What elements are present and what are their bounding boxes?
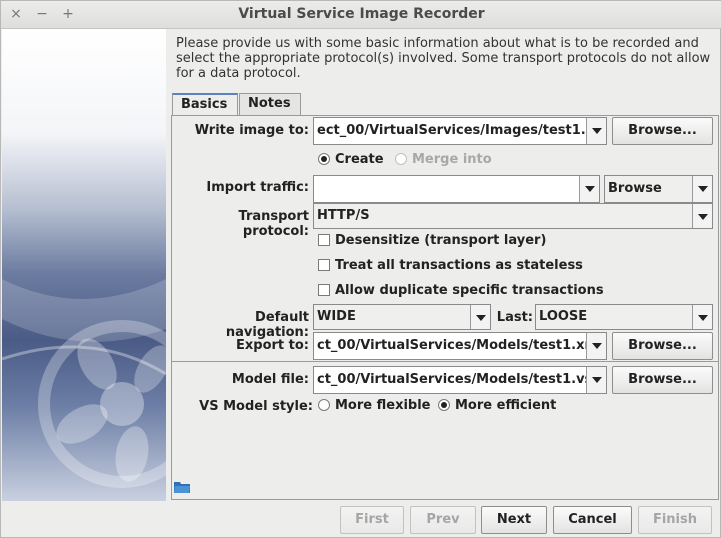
transport-protocol-combo[interactable]: HTTP/S: [313, 203, 713, 229]
write-image-label: Write image to:: [194, 123, 309, 138]
merge-into-radio[interactable]: Merge into: [395, 152, 492, 170]
first-button[interactable]: First: [340, 506, 404, 534]
export-to-combo[interactable]: ct_00/VirtualServices/Models/test1.xml: [313, 332, 607, 360]
create-label: Create: [335, 152, 384, 167]
cancel-button[interactable]: Cancel: [553, 506, 632, 534]
desensitize-label: Desensitize (transport layer): [335, 233, 547, 248]
stateless-label: Treat all transactions as stateless: [335, 258, 583, 273]
chevron-down-icon[interactable]: [470, 305, 490, 329]
import-browse-value: Browse: [608, 181, 662, 196]
radio-selected-icon: [318, 153, 330, 165]
finish-button[interactable]: Finish: [638, 506, 712, 534]
tab-notes[interactable]: Notes: [239, 93, 301, 115]
folder-icon[interactable]: [174, 481, 190, 493]
model-file-value: ct_00/VirtualServices/Models/test1.vsm: [317, 372, 606, 387]
stateless-checkbox[interactable]: Treat all transactions as stateless: [318, 258, 583, 276]
checkbox-icon: [318, 234, 330, 246]
more-flexible-radio[interactable]: More flexible: [318, 398, 431, 416]
radio-unselected-icon: [395, 153, 407, 165]
default-navigation-value: WIDE: [317, 309, 356, 324]
divider: [172, 361, 718, 362]
radio-unselected-icon: [318, 399, 330, 411]
last-navigation-value: LOOSE: [539, 309, 588, 324]
allow-duplicate-label: Allow duplicate specific transactions: [335, 283, 604, 298]
chevron-down-icon[interactable]: [692, 176, 712, 202]
next-button[interactable]: Next: [481, 506, 547, 534]
decorative-wheel-graphic: [2, 279, 166, 488]
window-title: Virtual Service Image Recorder: [238, 6, 485, 22]
merge-into-label: Merge into: [412, 152, 492, 167]
radio-selected-icon: [438, 399, 450, 411]
desensitize-checkbox[interactable]: Desensitize (transport layer): [318, 233, 546, 251]
export-to-value: ct_00/VirtualServices/Models/test1.xml: [317, 338, 603, 353]
chevron-down-icon[interactable]: [586, 118, 606, 144]
chevron-down-icon[interactable]: [579, 176, 599, 202]
chevron-down-icon[interactable]: [692, 305, 712, 329]
checkbox-icon: [318, 284, 330, 296]
last-navigation-combo[interactable]: LOOSE: [535, 304, 713, 330]
chevron-down-icon[interactable]: [586, 367, 606, 393]
default-navigation-combo[interactable]: WIDE: [313, 304, 491, 330]
model-file-combo[interactable]: ct_00/VirtualServices/Models/test1.vsm: [313, 366, 607, 394]
import-traffic-label: Import traffic:: [206, 180, 309, 195]
transport-protocol-value: HTTP/S: [317, 208, 370, 223]
model-file-browse-button[interactable]: Browse...: [612, 366, 713, 394]
chevron-down-icon[interactable]: [692, 204, 712, 228]
write-image-value: ect_00/VirtualServices/Images/test1.vsi: [317, 123, 607, 138]
more-efficient-radio[interactable]: More efficient: [438, 398, 556, 416]
import-traffic-combo[interactable]: [313, 175, 600, 203]
recorder-window: × − + Virtual Service Image Recorder Ple…: [0, 0, 721, 538]
title-bar: × − + Virtual Service Image Recorder: [1, 1, 721, 29]
prev-button[interactable]: Prev: [410, 506, 476, 534]
import-browse-combo[interactable]: Browse: [604, 175, 713, 203]
write-image-combo[interactable]: ect_00/VirtualServices/Images/test1.vsi: [313, 117, 607, 145]
allow-duplicate-checkbox[interactable]: Allow duplicate specific transactions: [318, 283, 604, 301]
default-navigation-label: Default navigation:: [225, 310, 309, 340]
intro-text: Please provide us with some basic inform…: [176, 36, 711, 81]
export-browse-button[interactable]: Browse...: [612, 332, 713, 360]
wizard-side-image: [2, 29, 166, 501]
tab-basics[interactable]: Basics: [172, 93, 238, 116]
last-label: Last:: [496, 310, 533, 325]
write-image-browse-button[interactable]: Browse...: [612, 117, 713, 145]
transport-protocol-label: Transport protocol:: [238, 209, 309, 239]
more-efficient-label: More efficient: [455, 398, 557, 413]
more-flexible-label: More flexible: [335, 398, 431, 413]
model-file-label: Model file:: [231, 372, 309, 387]
chevron-down-icon[interactable]: [586, 333, 606, 359]
model-style-label: VS Model style:: [199, 399, 313, 414]
export-to-label: Export to:: [236, 338, 309, 353]
create-radio[interactable]: Create: [318, 152, 384, 170]
checkbox-icon: [318, 259, 330, 271]
